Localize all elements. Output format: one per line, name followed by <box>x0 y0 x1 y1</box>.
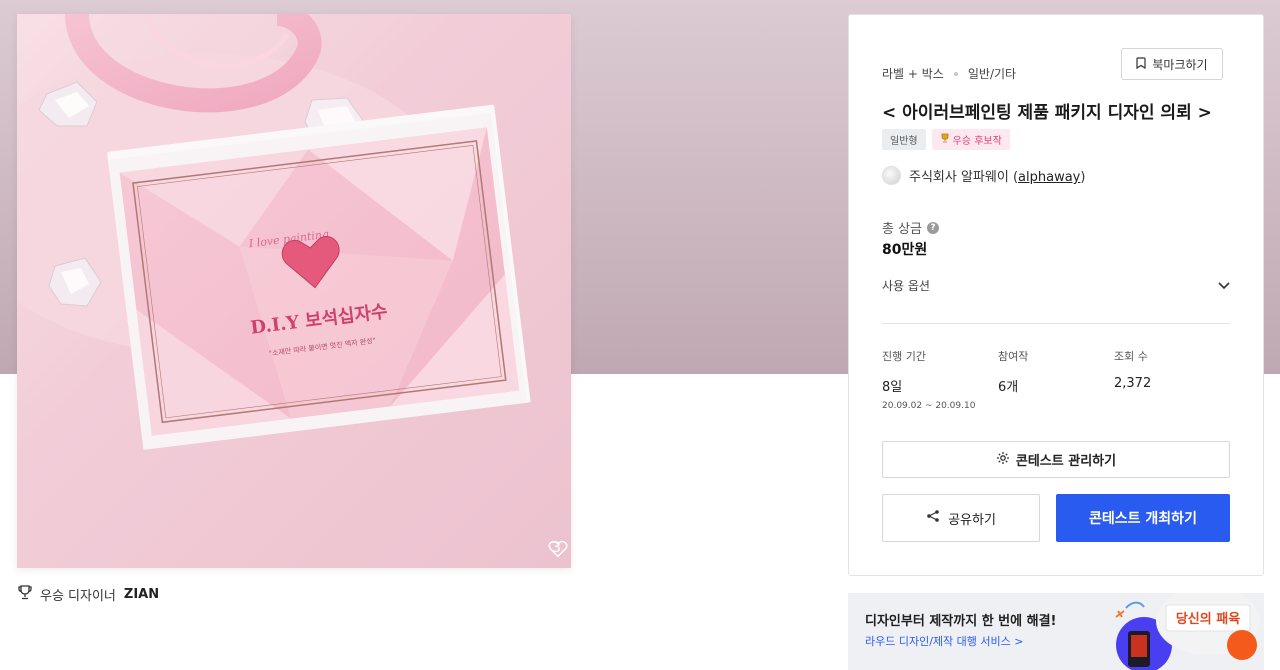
stat-entries: 참여작 6개 <box>998 348 1114 411</box>
stat-date-range: 20.09.02 ~ 20.09.10 <box>882 401 976 411</box>
winner-name[interactable]: ZIAN <box>124 587 159 602</box>
prize-label-text: 총 상금 <box>882 222 923 237</box>
bookmark-label: 북마크하기 <box>1152 57 1208 72</box>
stat-value: 8일 <box>882 380 903 395</box>
manage-contest-label: 콘테스트 관리하기 <box>1015 454 1117 469</box>
stat-value: 6개 <box>998 380 1019 395</box>
host-contest-button[interactable]: 콘테스트 개최하기 <box>1056 494 1230 542</box>
contest-stats: 진행 기간 8일 20.09.02 ~ 20.09.10 참여작 6개 조회 수… <box>882 348 1230 411</box>
breadcrumb-category[interactable]: 라벨 + 박스 <box>882 65 944 82</box>
stat-label: 참여작 <box>998 350 1029 363</box>
usage-options-toggle[interactable]: 사용 옵션 <box>882 277 1230 294</box>
prize-value: 80만원 <box>882 242 928 258</box>
page-title: < 아이러브페인팅 제품 패키지 디자인 의뢰 > <box>882 103 1212 123</box>
promo-link[interactable]: 라우드 디자인/제작 대행 서비스 > <box>865 633 1023 649</box>
contest-main-image[interactable]: I love painting D.I.Y 보석십자수 "소재만 따라 붙이면 … <box>17 14 571 568</box>
company-handle-link[interactable]: alphaway <box>1018 170 1080 185</box>
winner-label: 우승 디자이너 <box>40 589 116 604</box>
share-button[interactable]: 공유하기 <box>882 494 1040 542</box>
contest-info-card: 라벨 + 박스 일반/기타 북마크하기 < 아이러브페인팅 제품 패키지 디자인… <box>848 14 1264 576</box>
promo-banner[interactable]: 디자인부터 제작까지 한 번에 해결! 라우드 디자인/제작 대행 서비스 > … <box>848 593 1264 670</box>
avatar[interactable] <box>882 166 901 185</box>
winner-designer: 우승 디자이너 ZIAN <box>18 585 159 604</box>
gear-icon <box>996 451 1010 469</box>
help-icon[interactable]: ? <box>927 221 940 234</box>
divider <box>882 323 1230 324</box>
stat-value: 2,372 <box>1114 376 1152 391</box>
promo-sign-text: 당신의 패육 <box>1176 611 1240 627</box>
prize-label: 총 상금 ? <box>882 218 940 237</box>
stat-views: 조회 수 2,372 <box>1114 348 1230 411</box>
chevron-down-icon <box>1218 279 1230 293</box>
promo-title: 디자인부터 제작까지 한 번에 해결! <box>865 614 1057 629</box>
product-box: I love painting D.I.Y 보석십자수 "소재만 따라 붙이면 … <box>107 104 531 450</box>
share-icon <box>926 509 940 527</box>
badge-general: 일반형 <box>882 129 926 150</box>
company-close: ) <box>1080 170 1086 185</box>
like-counter[interactable]: 3 <box>548 540 568 558</box>
stat-label: 조회 수 <box>1114 350 1148 363</box>
company-name: 주식회사 알파웨이 ( <box>909 170 1019 185</box>
manage-contest-button[interactable]: 콘테스트 관리하기 <box>882 441 1230 478</box>
badge-group: 일반형 우승 후보작 <box>882 129 1010 150</box>
breadcrumb-separator <box>953 71 958 76</box>
bookmark-icon <box>1136 56 1146 72</box>
badge-award-label: 우승 후보작 <box>952 136 1002 147</box>
company-info: 주식회사 알파웨이 (alphaway) <box>882 166 1085 185</box>
promo-illustration: 당신의 패육 <box>1115 593 1260 670</box>
trophy-icon <box>940 133 950 146</box>
stat-label: 진행 기간 <box>882 350 926 363</box>
trophy-icon <box>18 585 32 604</box>
package-illustration: I love painting D.I.Y 보석십자수 "소재만 따라 붙이면 … <box>17 14 531 450</box>
bookmark-button[interactable]: 북마크하기 <box>1121 48 1223 80</box>
badge-award: 우승 후보작 <box>931 129 1010 150</box>
usage-options-label: 사용 옵션 <box>882 279 930 293</box>
share-label: 공유하기 <box>948 512 996 528</box>
stat-duration: 진행 기간 8일 20.09.02 ~ 20.09.10 <box>882 348 998 411</box>
breadcrumb-subcategory[interactable]: 일반/기타 <box>968 65 1016 82</box>
breadcrumb: 라벨 + 박스 일반/기타 <box>882 65 1016 82</box>
